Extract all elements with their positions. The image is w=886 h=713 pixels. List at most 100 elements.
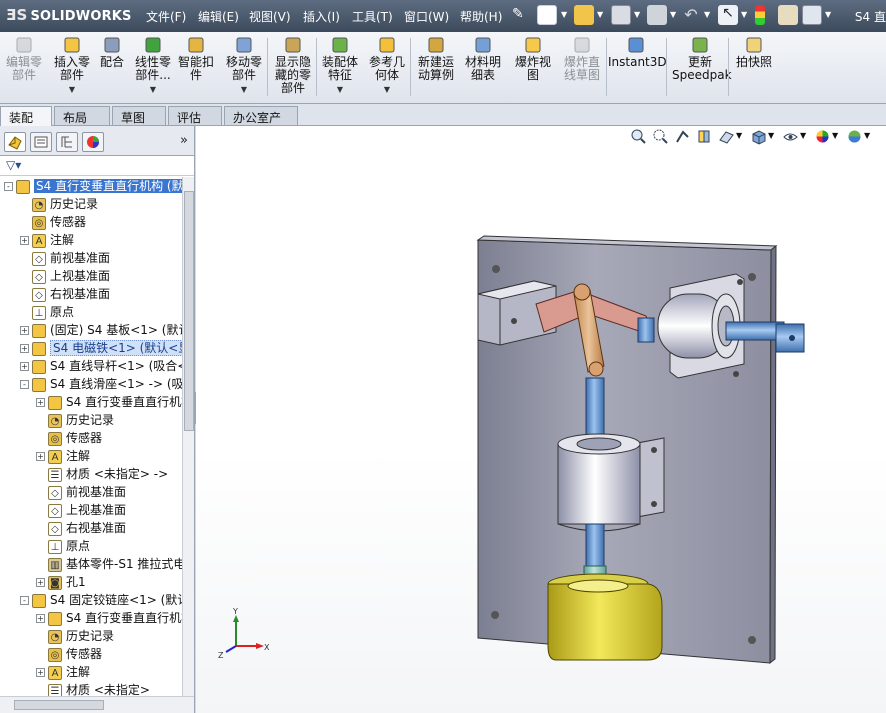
upper-blue-shaft[interactable]	[585, 377, 605, 442]
update-speedpak-button[interactable]: 更新 Speedpak	[672, 36, 732, 82]
tree-item[interactable]: + A 注解	[36, 447, 90, 465]
tree-item[interactable]: ◇ 右视基准面	[36, 519, 126, 537]
tree-item[interactable]: ⊥ 原点	[36, 537, 90, 555]
expand-node-icon[interactable]: +	[36, 452, 45, 461]
tree-item[interactable]: ◎ 传感器	[36, 645, 102, 663]
collapse-node-icon[interactable]: -	[20, 596, 29, 605]
collapse-node-icon[interactable]: -	[4, 182, 13, 191]
tree-item[interactable]: ◔ 历史记录	[36, 411, 114, 429]
tree-item[interactable]: ▥ 基体零件-S1 推拉式电	[36, 555, 182, 573]
tree-item[interactable]: ◇ 前视基准面	[20, 249, 110, 267]
select-cursor-icon[interactable]: ↖	[718, 5, 738, 25]
options-icon[interactable]	[802, 5, 822, 25]
graphics-area[interactable]: ▼ ▼ ▼ ▼ ▼ Y X Z	[196, 126, 886, 713]
expand-node-icon[interactable]: +	[36, 668, 45, 677]
assembly-model-view[interactable]	[196, 126, 886, 713]
bom-button[interactable]: 材料明 细表	[462, 36, 504, 82]
menu-item[interactable]: 视图(V)	[249, 8, 291, 25]
tree-horizontal-scrollbar[interactable]	[0, 696, 194, 713]
tree-item[interactable]: ☰ 材质 <未指定> ->	[36, 465, 168, 483]
tab-3[interactable]: 草图	[112, 106, 166, 125]
property-manager-tab-icon[interactable]	[30, 132, 52, 152]
reference-geometry-button[interactable]: 参考几 何体 ▼	[366, 36, 408, 96]
tree-item[interactable]: + S4 电磁铁<1> (默认<显示	[20, 339, 182, 357]
menu-item[interactable]: 插入(I)	[303, 8, 340, 25]
tree-item[interactable]: ⊥ 原点	[20, 303, 74, 321]
tree-item[interactable]: ◇ 上视基准面	[36, 501, 126, 519]
mate-button[interactable]: 配合	[96, 36, 128, 69]
tree-item[interactable]: + S4 直行变垂直直行机构	[36, 609, 182, 627]
dropdown-caret-icon[interactable]: ▼	[222, 83, 266, 96]
new-document-icon[interactable]	[537, 5, 557, 25]
show-hidden-button[interactable]: 显示隐 藏的零 部件	[272, 36, 314, 95]
yellow-motor-base[interactable]	[547, 573, 663, 661]
tree-item[interactable]: ☰ 材质 <未指定>	[36, 681, 150, 697]
file-properties-icon[interactable]	[778, 5, 798, 25]
filter-icon[interactable]: ▽▾	[6, 158, 21, 172]
tree-item[interactable]: + A 注解	[36, 663, 90, 681]
save-icon[interactable]	[611, 5, 631, 25]
pushpin-icon[interactable]: ✎	[512, 6, 532, 26]
instant3d-button[interactable]: Instant3D	[608, 36, 667, 69]
menu-item[interactable]: 文件(F)	[146, 8, 186, 25]
menu-item[interactable]: 帮助(H)	[460, 8, 502, 25]
link-pin[interactable]	[637, 317, 655, 343]
lower-blue-shaft[interactable]	[585, 523, 605, 569]
dropdown-caret-icon[interactable]: ▼	[132, 83, 174, 96]
expand-node-icon[interactable]: +	[20, 326, 29, 335]
open-folder-icon[interactable]	[574, 5, 594, 25]
menu-item[interactable]: 工具(T)	[352, 8, 393, 25]
edit-component-button[interactable]: 编辑零 部件	[4, 36, 44, 82]
tree-item[interactable]: + (固定) S4 基板<1> (默认<	[20, 321, 182, 339]
tab-1[interactable]: 装配体	[0, 106, 52, 142]
menu-item[interactable]: 编辑(E)	[198, 8, 239, 25]
undo-icon[interactable]: ↶	[681, 5, 701, 25]
expand-node-icon[interactable]: +	[36, 398, 45, 407]
expand-node-icon[interactable]: +	[20, 362, 29, 371]
print-icon[interactable]	[647, 5, 667, 25]
expand-node-icon[interactable]: +	[20, 236, 29, 245]
dropdown-caret-icon[interactable]: ▼	[366, 83, 408, 96]
tree-item[interactable]: + S4 直行变垂直直行机构	[36, 393, 182, 411]
feature-manager-tab-icon[interactable]	[4, 132, 26, 152]
explode-line-sketch-button[interactable]: 爆炸直 线草图	[559, 36, 605, 82]
scrollbar-thumb[interactable]	[14, 700, 104, 710]
tree-vertical-scrollbar[interactable]	[182, 177, 194, 697]
scrollbar-thumb[interactable]	[184, 191, 194, 431]
rebuild-traffic-light-icon[interactable]	[755, 5, 765, 25]
expand-node-icon[interactable]: +	[36, 614, 45, 623]
tree-item[interactable]: ◎ 传感器	[20, 213, 86, 231]
move-component-button[interactable]: 移动零 部件 ▼	[222, 36, 266, 96]
tree-item[interactable]: - S4 直线滑座<1> -> (吸合	[20, 375, 182, 393]
tree-item[interactable]: ◔ 历史记录	[36, 627, 114, 645]
dropdown-caret-icon[interactable]: ▼	[52, 83, 92, 96]
tree-item[interactable]: + A 注解	[20, 231, 74, 249]
linear-pattern-button[interactable]: 线性零 部件... ▼	[132, 36, 174, 96]
dropdown-caret-icon[interactable]: ▼	[320, 83, 360, 96]
tree-item[interactable]: - S4 固定铰链座<1> (默认-	[20, 591, 182, 609]
tree-item[interactable]: + S4 直线导杆<1> (吸合<<	[20, 357, 182, 375]
display-manager-tab-icon[interactable]	[82, 132, 104, 152]
new-motion-study-button[interactable]: 新建运 动算例	[414, 36, 458, 82]
tree-item[interactable]: ◎ 传感器	[36, 429, 102, 447]
snapshot-button[interactable]: 拍快照	[734, 36, 774, 69]
tree-item[interactable]: + ◙ 孔1	[36, 573, 86, 591]
tab-5[interactable]: 办公室产品	[224, 106, 298, 142]
tree-item[interactable]: - S4 直行变垂直直行机构 (默认	[4, 177, 182, 195]
insert-components-button[interactable]: 插入零 部件 ▼	[52, 36, 92, 96]
collapse-node-icon[interactable]: -	[20, 380, 29, 389]
tree-item[interactable]: ◇ 前视基准面	[36, 483, 126, 501]
configuration-manager-tab-icon[interactable]	[56, 132, 78, 152]
tab-2[interactable]: 布局	[54, 106, 110, 125]
expand-node-icon[interactable]: +	[36, 578, 45, 587]
smart-fasteners-button[interactable]: 智能扣 件	[176, 36, 216, 82]
tree-item[interactable]: ◇ 右视基准面	[20, 285, 110, 303]
tree-item[interactable]: ◔ 历史记录	[20, 195, 98, 213]
tree-item[interactable]: ◇ 上视基准面	[20, 267, 110, 285]
tab-4[interactable]: 评估	[168, 106, 222, 125]
expand-node-icon[interactable]: +	[20, 344, 29, 353]
menu-item[interactable]: 窗口(W)	[404, 8, 449, 25]
collapse-panel-icon[interactable]: »	[180, 133, 188, 148]
assembly-features-button[interactable]: 装配体 特征 ▼	[320, 36, 360, 96]
exploded-view-button[interactable]: 爆炸视 图	[512, 36, 554, 82]
